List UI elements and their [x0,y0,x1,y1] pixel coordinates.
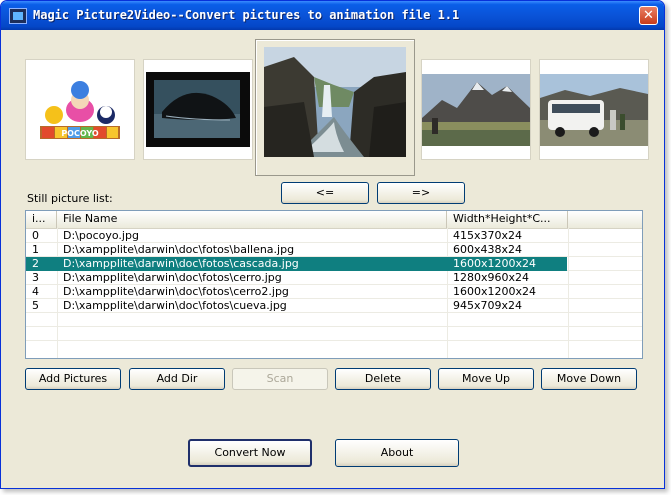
thumbnail-pocoyo[interactable]: POCOYO [25,59,135,160]
cell-file-name: D:\xampplite\darwin\doc\fotos\cueva.jpg [63,299,287,312]
cell-index: 2 [32,257,39,270]
convert-now-button[interactable]: Convert Now [188,439,312,467]
move-down-button[interactable]: Move Down [541,368,637,390]
cell-index: 5 [32,299,39,312]
add-dir-button[interactable]: Add Dir [129,368,225,390]
thumbnail-ballena[interactable] [143,59,253,160]
next-button[interactable]: => [377,182,465,204]
cell-file-name: D:\pocoyo.jpg [63,229,139,242]
van-picture [540,60,648,159]
column-header-file-name[interactable]: File Name [57,211,447,228]
add-pictures-button[interactable]: Add Pictures [25,368,121,390]
list-row[interactable]: 4 D:\xampplite\darwin\doc\fotos\cerro2.j… [26,285,567,299]
thumbnail-cascada[interactable] [255,39,415,176]
close-icon: ✕ [643,8,654,23]
title-bar[interactable]: Magic Picture2Video--Convert pictures to… [1,1,664,30]
cell-dimensions: 600x438x24 [453,243,523,256]
whale-picture [144,60,252,159]
client-area: POCOYO <= => Still picture list: i... Fi… [5,31,660,484]
thumbnail-cerro[interactable] [421,59,531,160]
cell-file-name: D:\xampplite\darwin\doc\fotos\cerro.jpg [63,271,282,284]
cell-index: 4 [32,285,39,298]
waterfall-picture [264,47,406,157]
picture-list[interactable]: i... File Name Width*Height*C... 0 D:\po… [25,210,643,359]
list-row[interactable]: 3 D:\xampplite\darwin\doc\fotos\cerro.jp… [26,271,567,285]
still-picture-list-label: Still picture list: [27,192,113,205]
cell-file-name: D:\xampplite\darwin\doc\fotos\cerro2.jpg [63,285,289,298]
list-row-selected[interactable]: 2 D:\xampplite\darwin\doc\fotos\cascada.… [26,257,567,271]
grid-line [26,326,642,327]
cell-file-name: D:\xampplite\darwin\doc\fotos\ballena.jp… [63,243,295,256]
app-window: Magic Picture2Video--Convert pictures to… [0,0,665,489]
pocoyo-picture: POCOYO [26,60,134,159]
delete-button[interactable]: Delete [335,368,431,390]
close-button[interactable]: ✕ [639,6,658,25]
scan-button[interactable]: Scan [232,368,328,390]
list-row[interactable]: 5 D:\xampplite\darwin\doc\fotos\cueva.jp… [26,299,567,313]
cell-dimensions: 1600x1200x24 [453,285,537,298]
mountain-picture [422,60,530,159]
cell-index: 3 [32,271,39,284]
grid-line [26,340,642,341]
previous-button[interactable]: <= [281,182,369,204]
cell-dimensions: 415x370x24 [453,229,523,242]
film-app-icon [9,8,27,24]
list-row[interactable]: 1 D:\xampplite\darwin\doc\fotos\ballena.… [26,243,567,257]
grid-line [568,228,569,358]
list-header: i... File Name Width*Height*C... [26,211,642,229]
column-header-index[interactable]: i... [26,211,57,228]
list-row[interactable]: 0 D:\pocoyo.jpg 415x370x24 [26,229,567,243]
pocoyo-caption: POCOYO [61,129,99,138]
cell-index: 1 [32,243,39,256]
column-header-dimensions[interactable]: Width*Height*C... [447,211,568,228]
thumbnail-cerro2[interactable] [539,59,649,160]
cell-dimensions: 945x709x24 [453,299,523,312]
cell-dimensions: 1280x960x24 [453,271,530,284]
window-title: Magic Picture2Video--Convert pictures to… [33,8,460,22]
cell-file-name: D:\xampplite\darwin\doc\fotos\cascada.jp… [63,257,299,270]
column-header-empty[interactable] [568,211,642,228]
cell-index: 0 [32,229,39,242]
about-button[interactable]: About [335,439,459,467]
move-up-button[interactable]: Move Up [438,368,534,390]
cell-dimensions: 1600x1200x24 [453,257,537,270]
